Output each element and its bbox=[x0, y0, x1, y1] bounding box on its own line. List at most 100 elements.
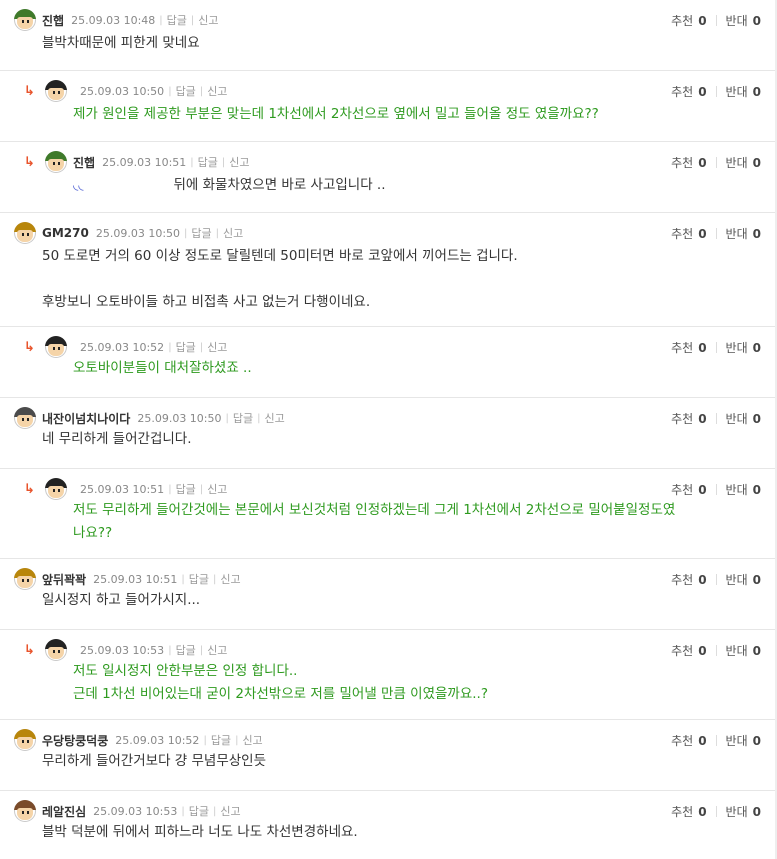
comment-author[interactable]: 앞뒤꽉꽉 bbox=[42, 571, 86, 588]
downvote-button[interactable]: 반대 bbox=[726, 339, 748, 356]
comment-header: 앞뒤꽉꽉 25.09.03 10:51 | 답글 | 신고 bbox=[14, 568, 241, 590]
downvote-button[interactable]: 반대 bbox=[726, 410, 748, 427]
reply-link[interactable]: 답글 bbox=[167, 12, 187, 28]
upvote-button[interactable]: 추천 bbox=[671, 803, 693, 820]
avatar[interactable] bbox=[45, 639, 67, 661]
mention-icon[interactable]: ◟◟ bbox=[73, 177, 83, 193]
avatar[interactable] bbox=[14, 800, 36, 822]
vote-box: 추천 0 반대 0 bbox=[671, 83, 761, 100]
vote-box: 추천 0 반대 0 bbox=[671, 410, 761, 427]
avatar[interactable] bbox=[14, 222, 36, 244]
reply-arrow-icon: ↳ bbox=[24, 84, 35, 99]
report-link[interactable]: 신고 bbox=[207, 339, 227, 355]
downvote-count: 0 bbox=[752, 643, 761, 658]
report-link[interactable]: 신고 bbox=[265, 410, 285, 426]
avatar[interactable] bbox=[45, 336, 67, 358]
report-link[interactable]: 신고 bbox=[229, 154, 249, 170]
avatar[interactable] bbox=[14, 568, 36, 590]
upvote-button[interactable]: 추천 bbox=[671, 225, 693, 242]
comment-date: 25.09.03 10:52 bbox=[115, 733, 200, 747]
comment-date: 25.09.03 10:51 bbox=[102, 155, 187, 169]
upvote-button[interactable]: 추천 bbox=[671, 410, 693, 427]
upvote-button[interactable]: 추천 bbox=[671, 642, 693, 659]
avatar[interactable] bbox=[45, 151, 67, 173]
downvote-button[interactable]: 반대 bbox=[726, 481, 748, 498]
reply-item: ↳ 25.09.03 10:52 | 답글 | 신고 추천 0 반대 0 오토바이분… bbox=[0, 327, 775, 398]
avatar[interactable] bbox=[45, 478, 67, 500]
avatar[interactable] bbox=[14, 729, 36, 751]
reply-link[interactable]: 답글 bbox=[189, 803, 209, 819]
comment-header: GM270 25.09.03 10:50 | 답글 | 신고 bbox=[14, 222, 243, 244]
reply-link[interactable]: 답글 bbox=[189, 571, 209, 587]
comment-date: 25.09.03 10:50 bbox=[137, 411, 222, 425]
reply-link[interactable]: 답글 bbox=[191, 225, 211, 241]
reply-link[interactable]: 답글 bbox=[211, 732, 231, 748]
comment-item: 앞뒤꽉꽉 25.09.03 10:51 | 답글 | 신고 추천 0 반대 0 일시… bbox=[0, 559, 775, 630]
report-link[interactable]: 신고 bbox=[207, 481, 227, 497]
report-link[interactable]: 신고 bbox=[207, 642, 227, 658]
reply-link[interactable]: 답글 bbox=[176, 83, 196, 99]
reply-link[interactable]: 답글 bbox=[176, 642, 196, 658]
upvote-button[interactable]: 추천 bbox=[671, 154, 693, 171]
comment-body: 저도 무리하게 들어간것에는 본문에서 보신것처럼 인정하겠는데 그게 1차선에… bbox=[73, 502, 676, 541]
meta-divider: | bbox=[215, 227, 220, 239]
downvote-button[interactable]: 반대 bbox=[726, 154, 748, 171]
upvote-button[interactable]: 추천 bbox=[671, 571, 693, 588]
avatar[interactable] bbox=[14, 407, 36, 429]
downvote-button[interactable]: 반대 bbox=[726, 803, 748, 820]
comment-date: 25.09.03 10:53 bbox=[80, 643, 165, 657]
comment-author[interactable]: 레알진심 bbox=[42, 803, 86, 820]
reply-item: ↳ 25.09.03 10:53 | 답글 | 신고 추천 0 반대 0 저도 일시… bbox=[0, 630, 775, 720]
reply-link[interactable]: 답글 bbox=[198, 154, 218, 170]
downvote-button[interactable]: 반대 bbox=[726, 225, 748, 242]
upvote-button[interactable]: 추천 bbox=[671, 339, 693, 356]
comment-body: ◟◟ 뒤에 화물차였으면 바로 사고입니다 .. bbox=[73, 177, 386, 193]
downvote-count: 0 bbox=[752, 340, 761, 355]
downvote-button[interactable]: 반대 bbox=[726, 571, 748, 588]
meta-divider: | bbox=[168, 341, 172, 353]
upvote-count: 0 bbox=[698, 226, 707, 241]
upvote-button[interactable]: 추천 bbox=[671, 83, 693, 100]
reply-link[interactable]: 답글 bbox=[233, 410, 253, 426]
upvote-count: 0 bbox=[698, 572, 707, 587]
upvote-button[interactable]: 추천 bbox=[671, 481, 693, 498]
reply-arrow-icon: ↳ bbox=[24, 643, 35, 658]
comment-author[interactable]: 진햅 bbox=[73, 154, 95, 171]
upvote-count: 0 bbox=[698, 482, 707, 497]
comment-author[interactable]: 진햅 bbox=[42, 12, 64, 29]
upvote-button[interactable]: 추천 bbox=[671, 12, 693, 29]
upvote-button[interactable]: 추천 bbox=[671, 732, 693, 749]
meta-divider: | bbox=[184, 227, 188, 239]
avatar[interactable] bbox=[45, 80, 67, 102]
reply-arrow-icon: ↳ bbox=[24, 340, 35, 355]
downvote-button[interactable]: 반대 bbox=[726, 83, 748, 100]
comment-header: 25.09.03 10:50 | 답글 | 신고 bbox=[45, 80, 227, 102]
report-link[interactable]: 신고 bbox=[198, 12, 218, 28]
upvote-count: 0 bbox=[698, 84, 707, 99]
vote-box: 추천 0 반대 0 bbox=[671, 481, 761, 498]
comment-author[interactable]: 우당탕쿵덕쿵 bbox=[42, 732, 108, 749]
reply-item: ↳ 25.09.03 10:51 | 답글 | 신고 추천 0 반대 0 저도 무리… bbox=[0, 469, 775, 559]
vote-box: 추천 0 반대 0 bbox=[671, 12, 761, 29]
report-link[interactable]: 신고 bbox=[242, 732, 262, 748]
report-link[interactable]: 신고 bbox=[223, 225, 243, 241]
meta-divider: | bbox=[212, 805, 217, 817]
downvote-button[interactable]: 반대 bbox=[726, 732, 748, 749]
comment-author[interactable]: 내잔이넘치나이다 bbox=[42, 410, 130, 427]
meta-divider: | bbox=[168, 483, 172, 495]
downvote-button[interactable]: 반대 bbox=[726, 642, 748, 659]
reply-link[interactable]: 답글 bbox=[176, 481, 196, 497]
comment-author[interactable]: GM270 bbox=[42, 226, 89, 240]
vote-box: 추천 0 반대 0 bbox=[671, 571, 761, 588]
meta-divider: | bbox=[257, 412, 261, 424]
report-link[interactable]: 신고 bbox=[220, 803, 240, 819]
reply-link[interactable]: 답글 bbox=[176, 339, 196, 355]
downvote-button[interactable]: 반대 bbox=[726, 12, 748, 29]
comment-header: 레알진심 25.09.03 10:53 | 답글 | 신고 bbox=[14, 800, 241, 822]
report-link[interactable]: 신고 bbox=[207, 83, 227, 99]
comment-body: 50 도로면 거의 60 이상 정도로 달릴텐데 50미터면 바로 코앞에서 끼… bbox=[42, 248, 518, 310]
meta-divider: | bbox=[212, 573, 217, 585]
comment-date: 25.09.03 10:52 bbox=[80, 340, 165, 354]
report-link[interactable]: 신고 bbox=[220, 571, 240, 587]
avatar[interactable] bbox=[14, 9, 36, 31]
